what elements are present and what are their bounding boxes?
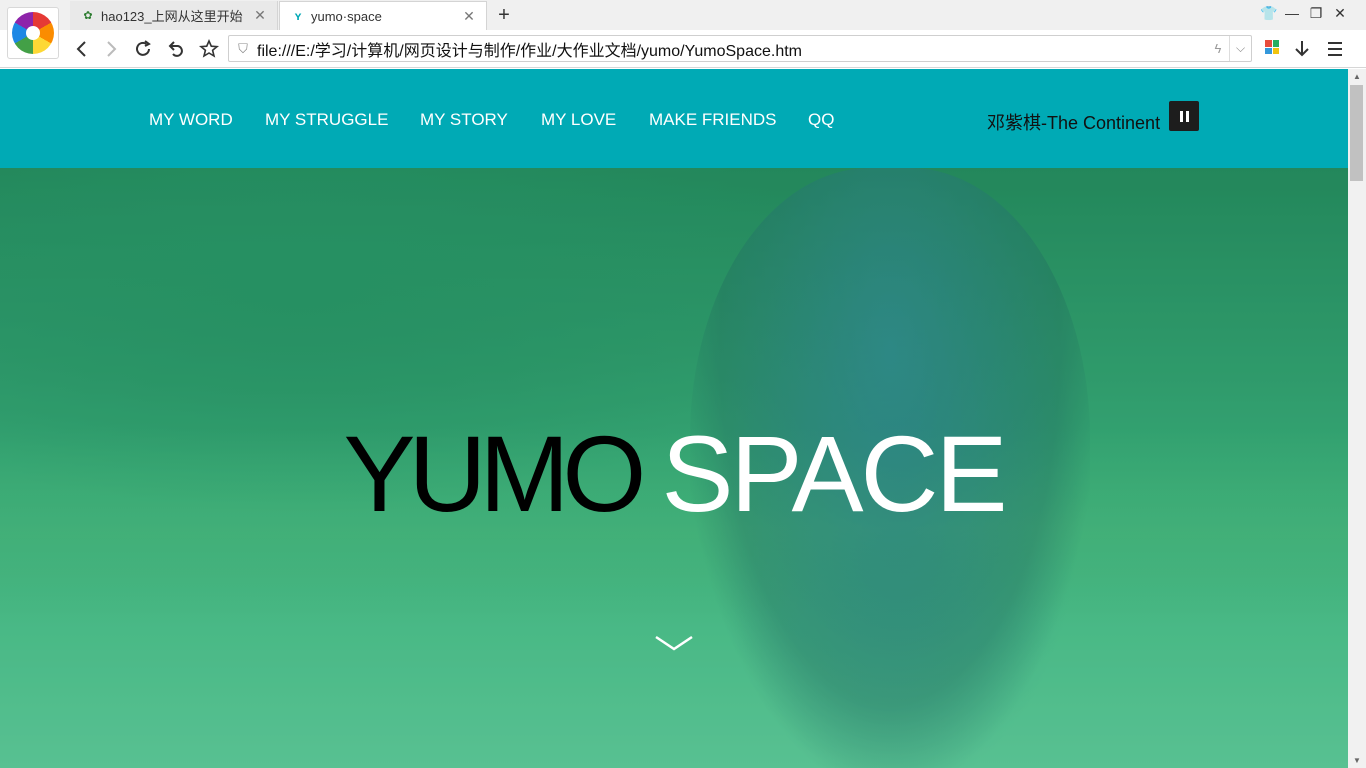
star-icon: [198, 39, 220, 58]
close-icon[interactable]: ✕: [253, 7, 267, 24]
download-icon: [1295, 41, 1309, 57]
reload-button[interactable]: [131, 37, 155, 61]
hero-title-word2: SPACE: [661, 413, 1007, 534]
scroll-down-arrow-icon[interactable]: ▼: [1348, 756, 1366, 765]
nav-my-story[interactable]: MY STORY: [420, 110, 508, 130]
nav-my-struggle[interactable]: MY STRUGGLE: [265, 110, 388, 130]
forward-button[interactable]: [99, 37, 123, 61]
browser-logo-icon: [12, 12, 54, 54]
artist-name: 邓紫棋: [987, 113, 1041, 134]
skin-icon[interactable]: 👕: [1257, 5, 1281, 22]
close-window-button[interactable]: ✕: [1328, 5, 1352, 22]
forward-icon: [107, 41, 117, 57]
chevron-down-icon[interactable]: ⌵: [1229, 36, 1251, 61]
nav-my-word[interactable]: MY WORD: [149, 110, 233, 130]
scroll-up-icon[interactable]: ▲: [1348, 72, 1366, 81]
menu-button[interactable]: [1323, 37, 1347, 61]
scrollbar[interactable]: ▲ ▼: [1348, 69, 1366, 768]
lightning-icon[interactable]: ϟ: [1207, 41, 1229, 56]
now-playing-label: 邓紫棋-The Continent: [987, 109, 1160, 135]
yumo-icon: ʏ: [294, 9, 302, 23]
tab-title: yumo·space: [311, 8, 382, 24]
download-button[interactable]: [1290, 37, 1314, 61]
hero-banner: YUMO SPACE: [0, 168, 1348, 768]
hamburger-icon: [1328, 42, 1342, 56]
maximize-button[interactable]: ❐: [1304, 5, 1328, 22]
tab-title: hao123_上网从这里开始: [101, 9, 243, 24]
nav-make-friends[interactable]: MAKE FRIENDS: [649, 110, 777, 130]
scrollbar-thumb[interactable]: [1350, 85, 1363, 181]
undo-close-button[interactable]: [164, 37, 188, 61]
address-input[interactable]: file:///E:/学习/计算机/网页设计与制作/作业/大作业文档/yumo/…: [257, 37, 1207, 61]
scroll-down-icon[interactable]: [654, 633, 694, 653]
reload-icon: [136, 40, 151, 56]
tab-yumo-space[interactable]: ʏ yumo·space ✕: [279, 1, 487, 30]
bookmark-button[interactable]: [197, 37, 221, 61]
back-button[interactable]: [70, 37, 94, 61]
page-content: MY WORD MY STRUGGLE MY STORY MY LOVE MAK…: [0, 69, 1348, 768]
address-bar[interactable]: ⛉ file:///E:/学习/计算机/网页设计与制作/作业/大作业文档/yum…: [228, 35, 1252, 62]
tab-hao123[interactable]: ✿ hao123_上网从这里开始 ✕: [70, 1, 278, 30]
new-tab-button[interactable]: +: [494, 4, 514, 27]
tab-bar: ✿ hao123_上网从这里开始 ✕ ʏ yumo·space ✕ + 👕 — …: [0, 0, 1366, 30]
browser-toolbar: ⛉ file:///E:/学习/计算机/网页设计与制作/作业/大作业文档/yum…: [0, 30, 1366, 68]
hao123-icon: ✿: [83, 9, 93, 22]
site-header: MY WORD MY STRUGGLE MY STORY MY LOVE MAK…: [0, 69, 1348, 168]
close-icon[interactable]: ✕: [462, 8, 476, 25]
apps-icon[interactable]: [1265, 40, 1279, 54]
minimize-button[interactable]: —: [1280, 5, 1304, 21]
nav-qq[interactable]: QQ: [808, 110, 834, 130]
song-name: -The Continent: [1041, 113, 1161, 133]
pause-icon: [1179, 110, 1183, 122]
browser-logo[interactable]: [7, 7, 59, 59]
pause-icon: [1185, 110, 1189, 122]
nav-my-love[interactable]: MY LOVE: [541, 110, 616, 130]
pause-button[interactable]: [1169, 101, 1199, 131]
hero-title: YUMO SPACE: [0, 420, 1348, 528]
undo-icon: [168, 41, 183, 57]
hero-title-word1: YUMO: [343, 413, 646, 534]
shield-icon: ⛉: [238, 40, 248, 56]
back-icon: [76, 41, 86, 57]
